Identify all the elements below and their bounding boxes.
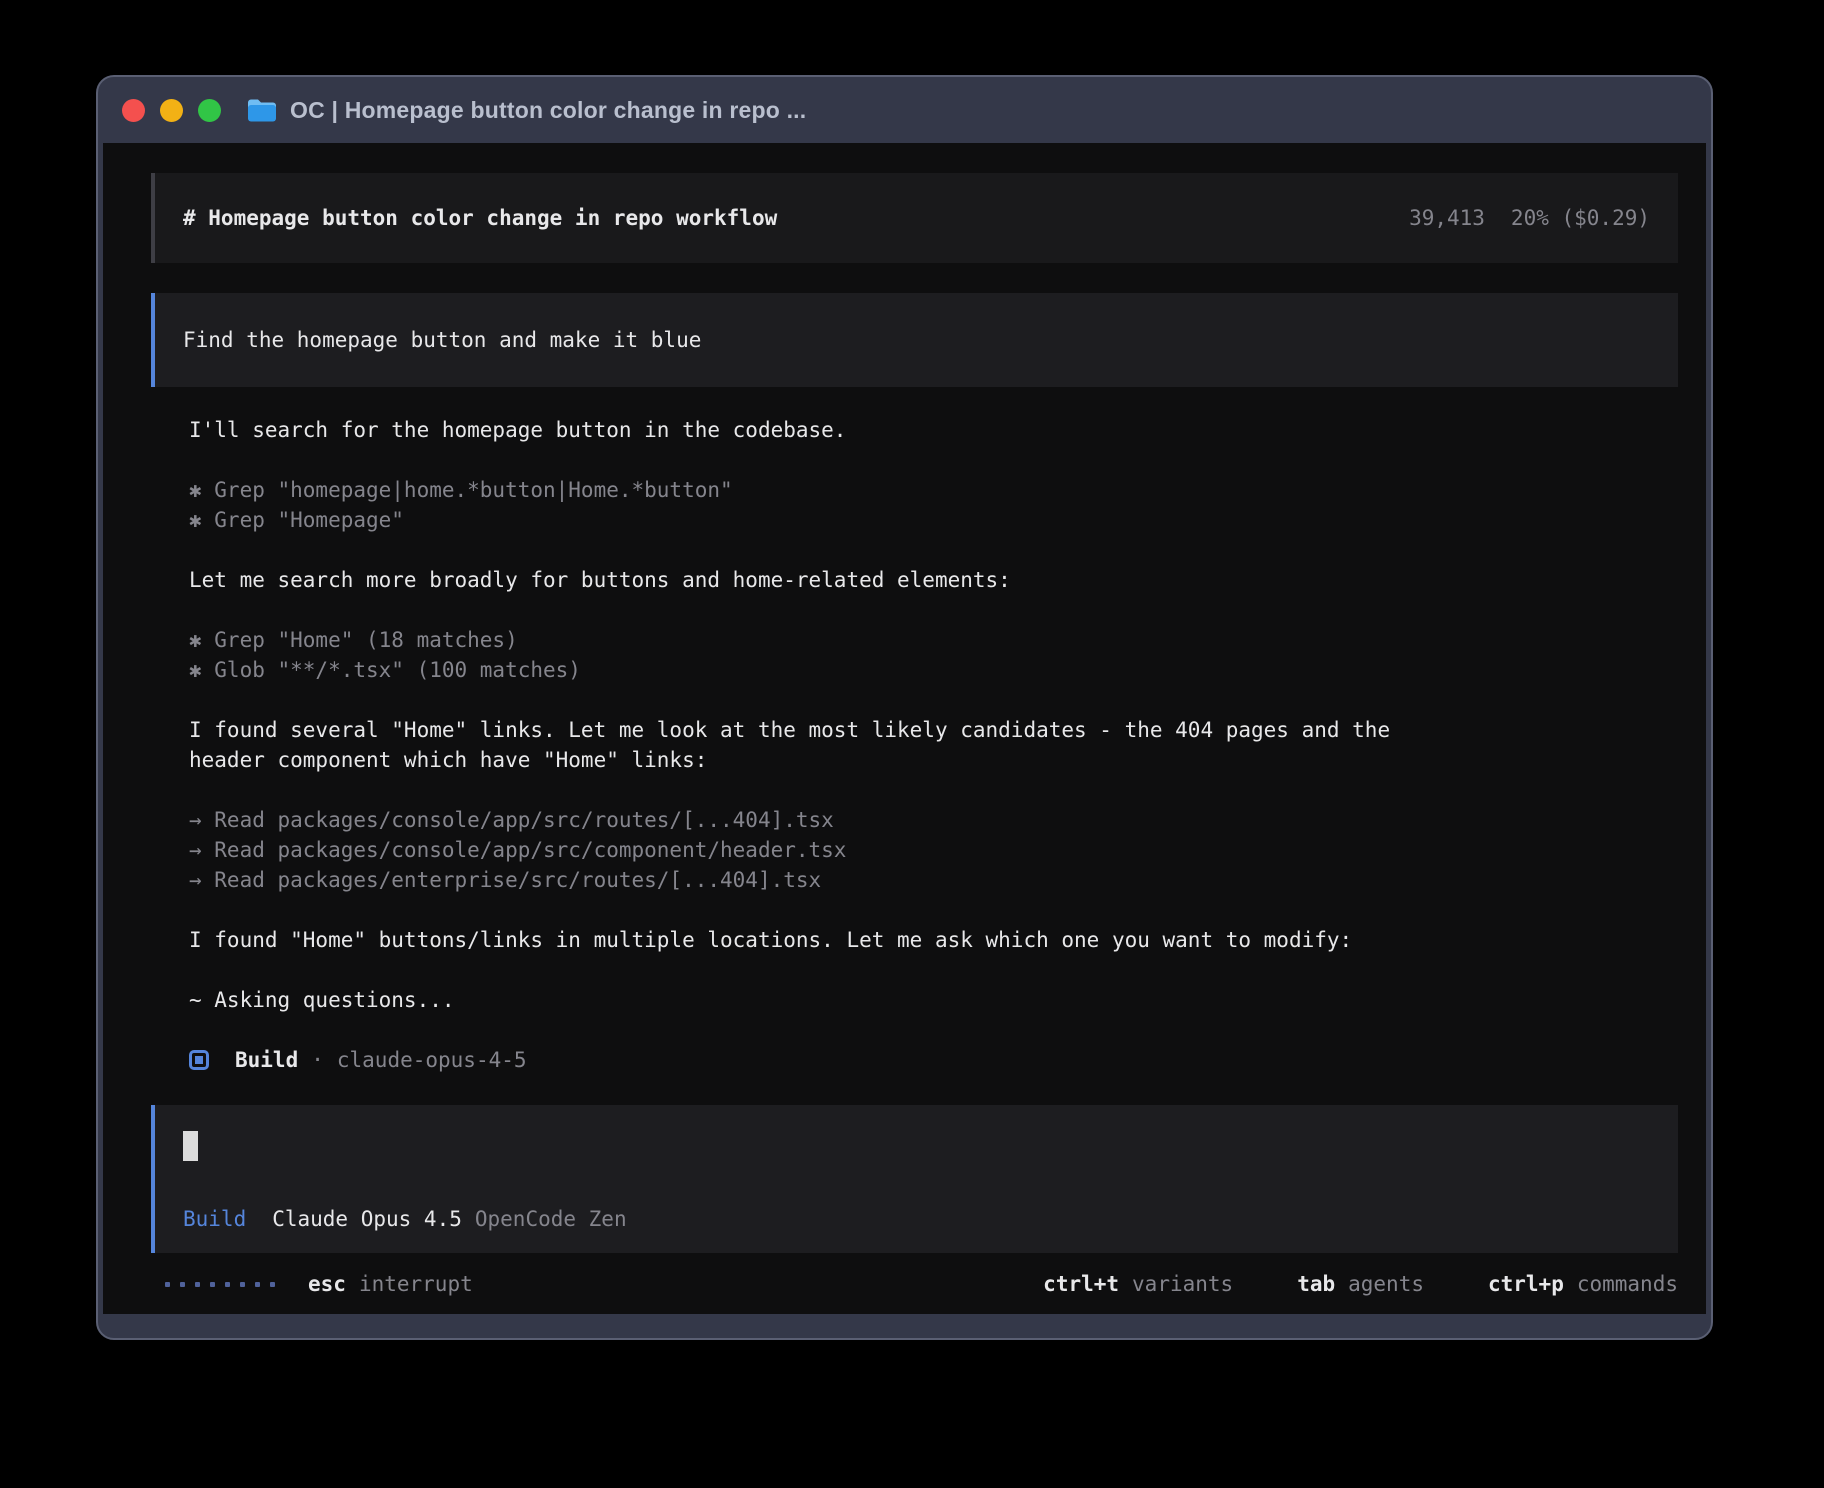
minimize-button[interactable] — [160, 99, 183, 122]
window-titlebar[interactable]: OC | Homepage button color change in rep… — [98, 77, 1711, 143]
esc-key: esc — [308, 1272, 346, 1296]
agents-label: agents — [1348, 1272, 1424, 1296]
agent-model: claude-opus-4-5 — [337, 1048, 527, 1072]
folder-icon — [247, 98, 277, 123]
tool-call-line: → Read packages/console/app/src/routes/[… — [189, 805, 1678, 835]
tool-call-group: → Read packages/console/app/src/routes/[… — [189, 805, 1678, 895]
prompt-agent[interactable]: Build — [183, 1207, 246, 1231]
spinner-dot — [225, 1282, 230, 1287]
status-bar-right: ctrl+t variants tab agents ctrl+p comman… — [1043, 1272, 1678, 1296]
terminal-window: OC | Homepage button color change in rep… — [96, 75, 1713, 1340]
tool-call-line: ✱ Grep "Home" (18 matches) — [189, 625, 1678, 655]
assistant-text-line: header component which have "Home" links… — [189, 745, 1678, 775]
assistant-text-line: I'll search for the homepage button in t… — [189, 415, 1678, 445]
agent-status-row: Build · claude-opus-4-5 — [189, 1045, 1678, 1075]
assistant-paragraph: I'll search for the homepage button in t… — [189, 415, 1678, 445]
agent-name: Build — [235, 1048, 298, 1072]
assistant-text-line: I found "Home" buttons/links in multiple… — [189, 925, 1678, 955]
assistant-status-paragraph: ~ Asking questions... — [189, 985, 1678, 1015]
prompt-input[interactable]: Build Claude Opus 4.5 OpenCode Zen — [151, 1105, 1678, 1253]
build-agent-icon — [189, 1050, 209, 1070]
commands-hint: ctrl+p commands — [1488, 1272, 1678, 1296]
terminal-content: # Homepage button color change in repo w… — [103, 143, 1706, 1314]
session-title: # Homepage button color change in repo w… — [183, 206, 777, 230]
assistant-paragraph: Let me search more broadly for buttons a… — [189, 565, 1678, 595]
tool-call-line: → Read packages/enterprise/src/routes/[.… — [189, 865, 1678, 895]
commands-label: commands — [1577, 1272, 1678, 1296]
prompt-provider: OpenCode Zen — [475, 1207, 627, 1231]
prompt-status-line: Build Claude Opus 4.5 OpenCode Zen — [183, 1207, 1650, 1231]
tool-call-line: ✱ Grep "homepage|home.*button|Home.*butt… — [189, 475, 1678, 505]
session-stats: 39,413 20% ($0.29) — [1409, 206, 1650, 230]
tool-call-line: ✱ Grep "Homepage" — [189, 505, 1678, 535]
variants-hint: ctrl+t variants — [1043, 1272, 1233, 1296]
spinner-dot — [165, 1282, 170, 1287]
variants-label: variants — [1132, 1272, 1233, 1296]
spinner-dots — [165, 1282, 275, 1287]
ctrl-t-key: ctrl+t — [1043, 1272, 1119, 1296]
close-button[interactable] — [122, 99, 145, 122]
context-usage: 20% ($0.29) — [1511, 206, 1650, 230]
status-bar: esc interrupt ctrl+t variants tab agents… — [151, 1254, 1678, 1314]
prompt-model[interactable]: Claude Opus 4.5 — [272, 1207, 462, 1231]
esc-label: interrupt — [359, 1272, 473, 1296]
token-count: 39,413 — [1409, 206, 1485, 230]
separator-dot: · — [311, 1048, 324, 1072]
spinner-dot — [270, 1282, 275, 1287]
spinner-dot — [255, 1282, 260, 1287]
assistant-paragraph: I found several "Home" links. Let me loo… — [189, 715, 1678, 775]
status-bar-left: esc interrupt — [165, 1272, 473, 1296]
tool-call-line: ✱ Glob "**/*.tsx" (100 matches) — [189, 655, 1678, 685]
spinner-dot — [210, 1282, 215, 1287]
tab-key: tab — [1297, 1272, 1335, 1296]
tool-call-group: ✱ Grep "homepage|home.*button|Home.*butt… — [189, 475, 1678, 535]
spinner-dot — [195, 1282, 200, 1287]
session-header: # Homepage button color change in repo w… — [151, 173, 1678, 263]
window-title: OC | Homepage button color change in rep… — [290, 97, 806, 124]
assistant-text-line: Let me search more broadly for buttons a… — [189, 565, 1678, 595]
tool-call-line: → Read packages/console/app/src/componen… — [189, 835, 1678, 865]
ctrl-p-key: ctrl+p — [1488, 1272, 1564, 1296]
agents-hint: tab agents — [1297, 1272, 1424, 1296]
asking-questions-line: ~ Asking questions... — [189, 985, 1678, 1015]
spinner-dot — [240, 1282, 245, 1287]
spinner-dot — [180, 1282, 185, 1287]
user-message-text: Find the homepage button and make it blu… — [183, 328, 701, 352]
tool-call-group: ✱ Grep "Home" (18 matches) ✱ Glob "**/*.… — [189, 625, 1678, 685]
interrupt-hint: esc interrupt — [308, 1272, 473, 1296]
user-message: Find the homepage button and make it blu… — [151, 293, 1678, 387]
conversation: I'll search for the homepage button in t… — [151, 415, 1678, 1045]
zoom-button[interactable] — [198, 99, 221, 122]
text-cursor — [183, 1131, 198, 1161]
traffic-lights — [122, 99, 221, 122]
assistant-paragraph: I found "Home" buttons/links in multiple… — [189, 925, 1678, 955]
assistant-text-line: I found several "Home" links. Let me loo… — [189, 715, 1678, 745]
